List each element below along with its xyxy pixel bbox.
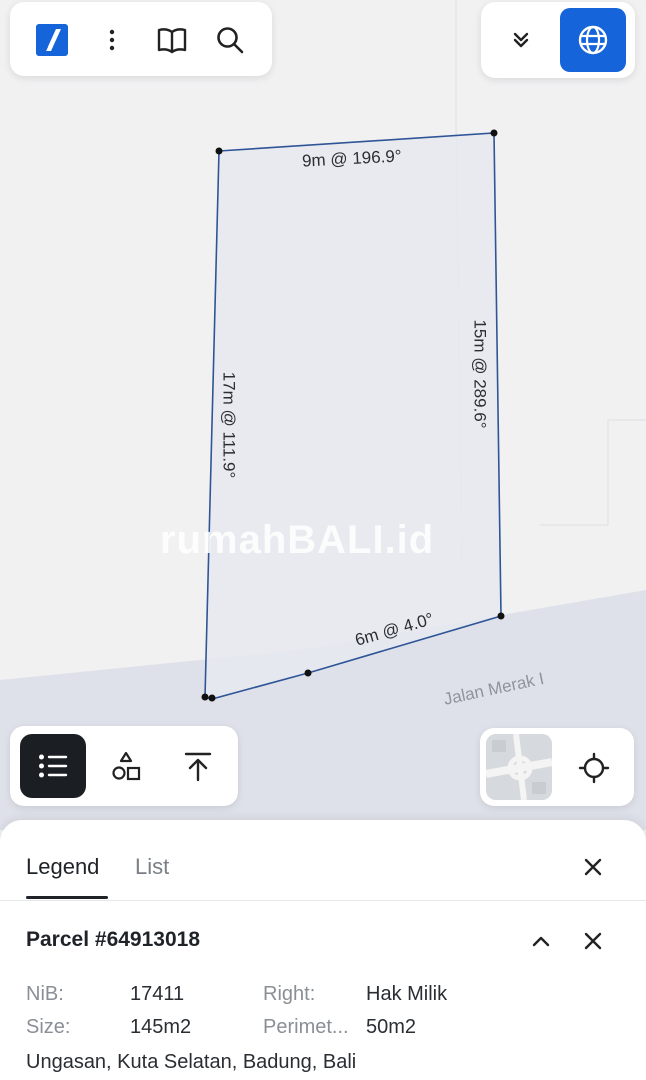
size-value: 145m2 [130,1016,192,1038]
book-open-icon[interactable] [152,22,192,58]
segment-label-right: 15m @ 289.6° [470,319,490,429]
more-vertical-icon[interactable] [98,24,126,56]
shapes-icon[interactable] [106,746,146,786]
chevron-double-down-icon[interactable] [501,24,541,56]
bottom-sheet: Legend List Parcel #64913018 NiB: 17411 … [0,820,646,1080]
locate-crosshair-icon[interactable] [572,746,616,790]
search-icon[interactable] [212,22,248,58]
parcel-vertex[interactable] [497,612,505,620]
parcel-polygon[interactable] [204,132,502,700]
map-canvas[interactable] [0,0,646,830]
nib-value: 17411 [130,983,185,1005]
parcel-title: Parcel #64913018 [26,928,200,951]
size-label: Size: [26,1016,71,1038]
app-logo-icon[interactable] [34,22,70,58]
watermark: rumahBALI.id [160,518,435,562]
list-icon[interactable] [20,734,86,798]
tab-legend[interactable]: Legend [26,854,99,880]
parcel-vertex[interactable] [215,147,223,155]
close-sheet-icon[interactable] [576,850,610,884]
perimeter-value: 50m2 [366,1016,417,1038]
segment-label-left: 17m @ 111.9° [219,371,239,479]
parcel-vertex[interactable] [208,694,216,702]
map-view[interactable]: 9m @ 196.9° 15m @ 289.6° 6m @ 4.0° 17m @… [0,0,646,830]
parcel-vertex[interactable] [490,129,498,137]
close-parcel-icon[interactable] [576,924,610,958]
map-controls [480,728,634,806]
top-toolbar [10,2,272,76]
tab-active-indicator [26,896,108,899]
parcel-vertex[interactable] [201,693,209,701]
parcel-address: Ungasan, Kuta Selatan, Badung, Bali [26,1051,357,1073]
tab-list[interactable]: List [135,854,169,880]
right-label: Right: [263,983,316,1005]
nib-label: NiB: [26,983,64,1005]
minimap-thumbnail[interactable] [486,734,552,800]
right-value: Hak Milik [366,983,448,1005]
globe-icon[interactable] [560,8,626,72]
parcel-vertex[interactable] [304,669,312,677]
tab-divider [0,900,646,901]
bottom-toolbar [10,726,238,806]
upload-icon[interactable] [178,746,218,786]
chevron-up-icon[interactable] [524,924,558,958]
top-right-toolbar [481,2,635,78]
perimeter-label: Perimet... [263,1016,349,1038]
